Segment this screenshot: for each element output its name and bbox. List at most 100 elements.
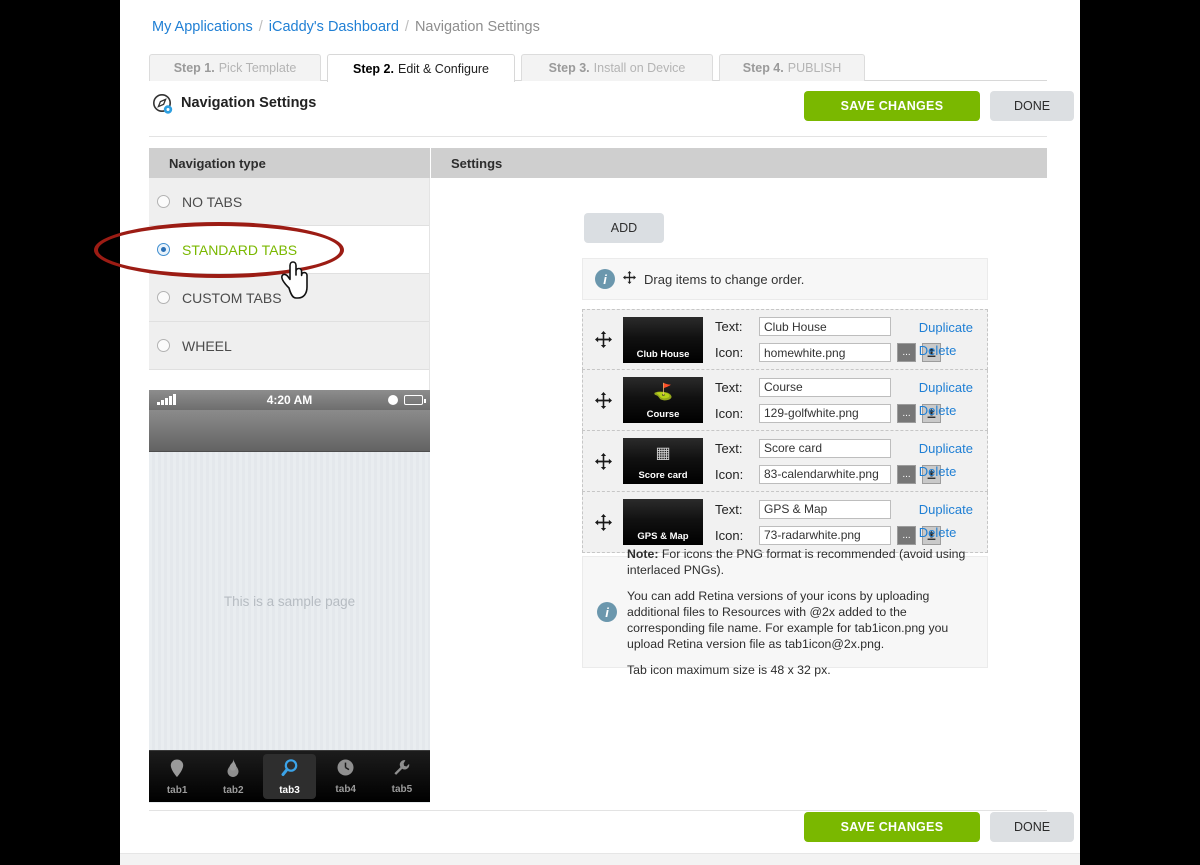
breadcrumb-icaddys-dashboard[interactable]: iCaddy's Dashboard	[269, 19, 399, 35]
drag-handle[interactable]	[583, 513, 623, 531]
tab-step-4[interactable]: Step 4. PUBLISH	[719, 54, 865, 81]
tab-step-3[interactable]: Step 3. Install on Device	[521, 54, 713, 81]
radio-standard-tabs[interactable]	[157, 243, 170, 256]
add-button[interactable]: ADD	[584, 213, 664, 243]
info-icon: i	[597, 602, 617, 622]
tab-step-1[interactable]: Step 1. Pick Template	[149, 54, 321, 81]
step-3-number: Step 3.	[548, 61, 590, 75]
drag-handle[interactable]	[583, 331, 623, 348]
duplicate-link[interactable]: Duplicate	[919, 380, 973, 395]
save-changes-button-top[interactable]: SAVE CHANGES	[804, 91, 980, 121]
delete-link[interactable]: Delete	[919, 464, 973, 479]
delete-link[interactable]: Delete	[919, 343, 973, 358]
tab-thumbnail: ▦ Score card	[623, 438, 703, 484]
done-button-top[interactable]: DONE	[990, 91, 1074, 121]
radio-no-tabs[interactable]	[157, 195, 170, 208]
duplicate-link[interactable]: Duplicate	[919, 441, 973, 456]
browse-icon-button[interactable]: ...	[897, 525, 916, 545]
delete-link[interactable]: Delete	[919, 403, 973, 418]
icon-field-label: Icon:	[715, 405, 744, 421]
drag-move-icon	[623, 271, 636, 287]
browse-icon-button[interactable]: ...	[897, 343, 916, 362]
radio-custom-tabs[interactable]	[157, 291, 170, 304]
phone-tab-2[interactable]: tab2	[207, 754, 259, 799]
row-actions: Duplicate Delete	[919, 320, 973, 366]
text-input[interactable]	[759, 317, 891, 336]
table-row[interactable]: GPS & Map Text: Icon: ...	[582, 492, 988, 553]
header-divider	[149, 136, 1047, 137]
item-fields: Text: Icon: ...	[715, 496, 941, 548]
table-row[interactable]: ⛳ Course Text: Icon: ...	[582, 370, 988, 431]
footer-divider	[149, 810, 1047, 811]
drag-handle[interactable]	[583, 452, 623, 470]
nav-option-standard-tabs[interactable]: STANDARD TABS	[149, 226, 429, 274]
browse-icon-button[interactable]: ...	[897, 464, 916, 484]
nav-option-wheel[interactable]: WHEEL	[149, 322, 429, 370]
breadcrumb-current: Navigation Settings	[414, 19, 540, 35]
phone-tab-5-label: tab5	[391, 784, 413, 795]
wizard-steps: Step 1. Pick Template Step 2. Edit & Confi…	[149, 54, 1047, 82]
tab-thumbnail-label: Club House	[636, 348, 690, 360]
phone-tab-3[interactable]: tab3	[263, 754, 316, 799]
phone-tab-bar: tab1 tab2 tab3 tab4 tab5	[149, 750, 430, 802]
tab-thumbnail-glyph: ▦	[655, 445, 671, 462]
icon-field-label: Icon:	[715, 345, 744, 360]
step-3-label: Install on Device	[593, 61, 686, 75]
item-fields: Text: Icon: ...	[715, 435, 941, 487]
note-text: Note: For icons the PNG format is recomm…	[627, 546, 987, 678]
text-field-label: Text:	[715, 440, 743, 456]
icon-input[interactable]	[759, 343, 891, 362]
phone-status-bar: 4:20 AM	[149, 390, 430, 410]
icon-input[interactable]	[759, 403, 891, 423]
text-field-line: Text:	[715, 435, 941, 461]
note-line-2: You can add Retina versions of your icon…	[627, 588, 949, 652]
tab-thumbnail-label: Score card	[638, 470, 688, 481]
table-row[interactable]: ▦ Score card Text: Icon: ...	[582, 431, 988, 492]
text-input[interactable]	[759, 438, 891, 458]
tab-thumbnail: ⛳ Course	[623, 377, 703, 423]
nav-option-custom-tabs[interactable]: CUSTOM TABS	[149, 274, 429, 322]
info-icon: i	[595, 269, 615, 289]
clock-icon	[336, 758, 355, 782]
duplicate-link[interactable]: Duplicate	[919, 502, 973, 517]
phone-tab-4[interactable]: tab4	[320, 754, 372, 799]
tab-step-2[interactable]: Step 2. Edit & Configure	[327, 54, 515, 82]
save-changes-button-bottom[interactable]: SAVE CHANGES	[804, 812, 980, 842]
tab-thumbnail-label: GPS & Map	[637, 531, 689, 542]
nav-option-no-tabs[interactable]: NO TABS	[149, 178, 429, 226]
done-button-bottom[interactable]: DONE	[990, 812, 1074, 842]
icon-input[interactable]	[759, 525, 891, 545]
text-field-label: Text:	[715, 379, 743, 395]
phone-tab-1-label: tab1	[166, 784, 188, 796]
step-2-number: Step 2.	[352, 61, 394, 76]
duplicate-link[interactable]: Duplicate	[919, 320, 973, 335]
location-pin-icon	[168, 758, 186, 783]
step-1-number: Step 1.	[173, 61, 215, 75]
table-row[interactable]: Club House Text: Icon: ...	[582, 309, 988, 370]
phone-preview: 4:20 AM This is a sample page tab1 tab2	[149, 390, 430, 803]
note-line-1: Note: For icons the PNG format is recomm…	[627, 546, 973, 578]
icon-field-label: Icon:	[715, 527, 744, 543]
row-actions: Duplicate Delete	[919, 380, 973, 426]
flame-icon	[224, 758, 242, 783]
delete-link[interactable]: Delete	[919, 525, 973, 540]
browse-icon-button[interactable]: ...	[897, 403, 916, 423]
text-input[interactable]	[759, 377, 891, 397]
drag-handle[interactable]	[583, 391, 623, 409]
phone-tab-1[interactable]: tab1	[151, 754, 203, 799]
text-input[interactable]	[759, 499, 891, 519]
icon-input[interactable]	[759, 464, 891, 484]
radio-wheel[interactable]	[157, 339, 170, 352]
phone-tab-3-label: tab3	[279, 784, 300, 796]
alarm-clock-icon	[388, 395, 398, 405]
nav-option-custom-tabs-label: CUSTOM TABS	[182, 289, 282, 306]
item-fields: Text: Icon: ...	[715, 374, 941, 426]
text-field-label: Text:	[715, 319, 743, 334]
breadcrumb-separator-2: /	[404, 19, 409, 35]
breadcrumb-separator-1: /	[258, 19, 263, 35]
phone-tab-5[interactable]: tab5	[376, 754, 428, 799]
breadcrumb-my-applications[interactable]: My Applications	[152, 19, 253, 35]
text-field-line: Text:	[715, 374, 941, 400]
note-line-3: Tab icon maximum size is 48 x 32 px.	[627, 662, 831, 677]
phone-sample-text: This is a sample page	[223, 593, 356, 609]
